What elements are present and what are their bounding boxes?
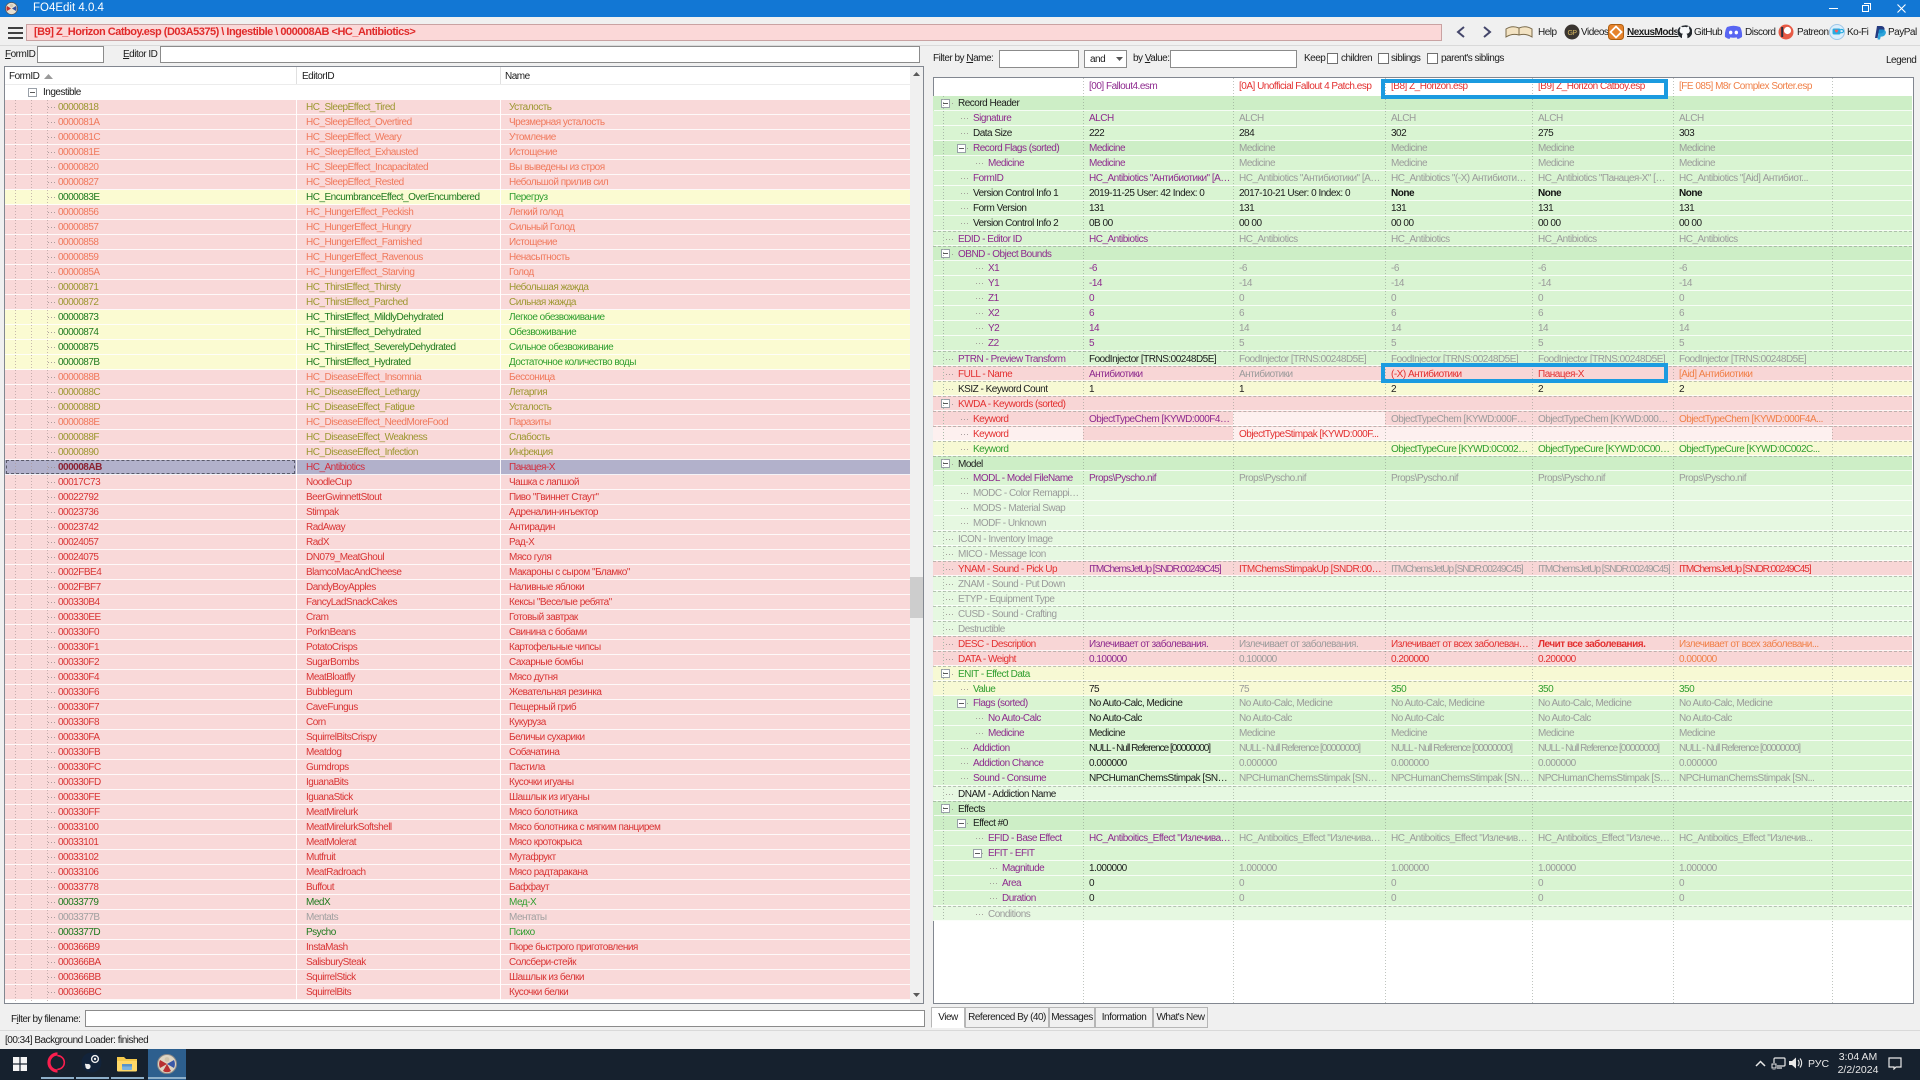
svg-text:GP: GP <box>1567 30 1577 37</box>
